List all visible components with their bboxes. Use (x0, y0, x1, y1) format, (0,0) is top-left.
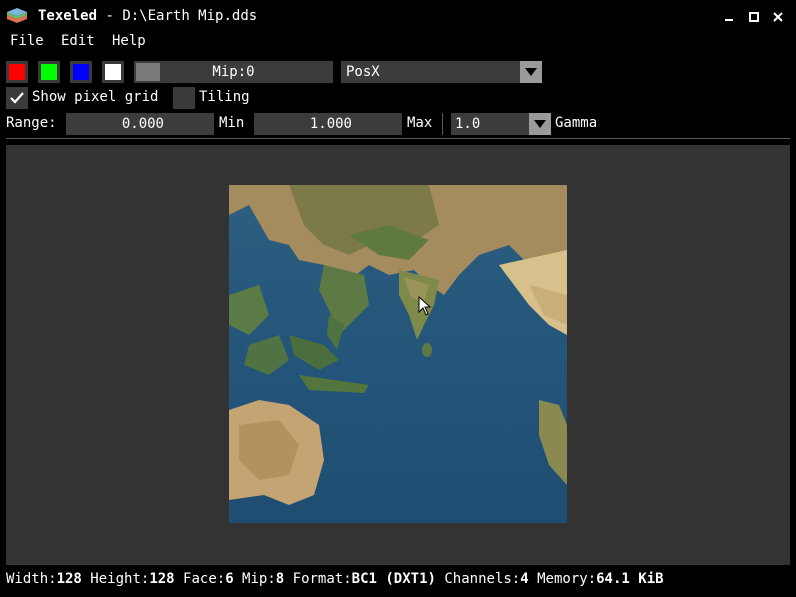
title-bar: Texeled - D:\Earth Mip.dds (0, 0, 796, 34)
green-channel-toggle[interactable] (38, 61, 60, 83)
range-max-input[interactable]: 1.000 (254, 113, 402, 135)
mouse-cursor-icon (418, 296, 432, 316)
red-channel-toggle[interactable] (6, 61, 28, 83)
green-swatch (41, 64, 57, 80)
toolbar-separator (6, 138, 790, 139)
height-label: Height: (81, 571, 150, 587)
range-label: Range: (6, 115, 57, 131)
face-value: 6 (225, 571, 234, 587)
range-min-value: 0.000 (121, 116, 164, 132)
gamma-value: 1.0 (455, 116, 481, 132)
show-pixel-grid-label: Show pixel grid (32, 89, 159, 105)
title-separator: - (97, 8, 123, 24)
checkmark-icon (10, 92, 24, 104)
face-select[interactable]: PosX (341, 61, 542, 83)
tiling-checkbox[interactable] (173, 87, 195, 109)
channels-label: Channels: (435, 571, 521, 587)
status-bar: Width:128 Height:128 Face:6 Mip:8 Format… (6, 571, 664, 587)
range-max-label: Max (407, 115, 433, 131)
maximize-button[interactable] (743, 6, 765, 28)
red-swatch (9, 64, 25, 80)
blue-swatch (73, 64, 89, 80)
memory-label: Memory: (528, 571, 597, 587)
minimize-button[interactable] (718, 6, 740, 28)
gamma-label: Gamma (555, 115, 598, 131)
face-select-value: PosX (346, 64, 380, 80)
mip-slider[interactable]: Mip:0 (134, 61, 333, 83)
width-value: 128 (56, 571, 82, 587)
maximize-icon (749, 12, 759, 22)
close-icon (773, 12, 783, 22)
menu-help[interactable]: Help (112, 33, 146, 51)
width-label: Width: (6, 571, 57, 587)
gamma-dropdown-button[interactable] (529, 113, 551, 135)
face-dropdown-button[interactable] (520, 61, 542, 83)
mip-slider-handle[interactable] (136, 63, 160, 81)
chevron-down-icon (534, 120, 546, 128)
app-name: Texeled (38, 8, 98, 24)
channels-value: 4 (520, 571, 529, 587)
texture-image[interactable] (229, 185, 567, 523)
menu-edit[interactable]: Edit (61, 33, 95, 51)
face-label: Face: (174, 571, 226, 587)
close-button[interactable] (767, 6, 789, 28)
format-label: Format: (284, 571, 352, 587)
menu-file[interactable]: File (10, 33, 44, 51)
range-min-label: Min (219, 115, 245, 131)
app-logo-icon (6, 7, 28, 27)
height-value: 128 (149, 571, 175, 587)
file-path: D:\Earth Mip.dds (122, 8, 258, 24)
blue-channel-toggle[interactable] (70, 61, 92, 83)
mip-value: 8 (275, 571, 285, 587)
window-title: Texeled - D:\Earth Mip.dds (38, 8, 257, 24)
range-min-input[interactable]: 0.000 (66, 113, 214, 135)
memory-value: 64.1 KiB (596, 571, 664, 587)
mip-slider-label: Mip:0 (212, 64, 255, 80)
tiling-label: Tiling (199, 89, 250, 105)
white-swatch (105, 64, 121, 80)
alpha-channel-toggle[interactable] (102, 61, 124, 83)
chevron-down-icon (525, 68, 537, 76)
minimize-icon (725, 19, 733, 21)
format-value: BC1 (DXT1) (351, 571, 436, 587)
show-pixel-grid-checkbox[interactable] (6, 87, 28, 109)
mip-label: Mip: (233, 571, 276, 587)
range-max-value: 1.000 (309, 116, 352, 132)
toolbar-divider (442, 113, 443, 135)
gamma-select[interactable]: 1.0 (451, 113, 551, 135)
